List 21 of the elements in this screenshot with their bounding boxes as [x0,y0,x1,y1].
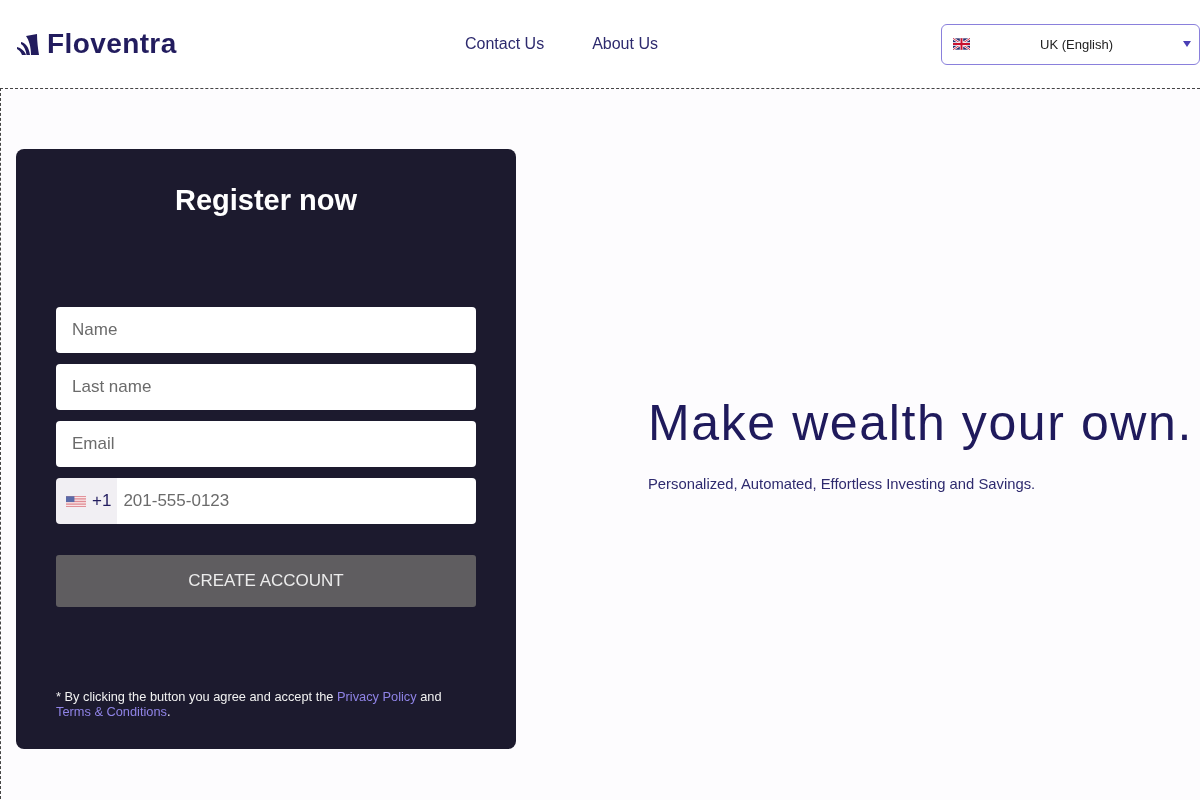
logo[interactable]: Floventra [16,28,177,60]
terms-notice: * By clicking the button you agree and accept the Privacy Policy and Terms & Conditions. [56,689,443,719]
text-link[interactable]: Terms & Conditions [56,704,167,719]
create-account-button[interactable]: CREATE ACCOUNT [56,555,476,607]
text-input[interactable]: Email [56,421,476,467]
brand-name: Floventra [47,28,177,60]
logo-icon [16,33,40,55]
nav-link[interactable]: About Us [592,35,658,53]
caret-icon [1183,41,1191,47]
text-input[interactable]: Name [56,307,476,353]
text-link[interactable]: Privacy Policy [337,689,417,704]
form-title: Register now [173,183,359,217]
subtitle: Personalized, Automated, Effortless Investing and Savings. [648,475,1037,494]
text-input[interactable]: Last name [56,364,476,410]
country-code-button[interactable]: +1 [56,478,118,524]
phone-input[interactable]: 201-555-0123 [117,478,476,524]
language-select[interactable]: UK (English) [941,23,1200,65]
headline: Make wealth your own. [648,394,1193,452]
flag-icon [953,38,970,50]
nav-link[interactable]: Contact Us [465,35,545,53]
flag-icon [66,495,86,507]
